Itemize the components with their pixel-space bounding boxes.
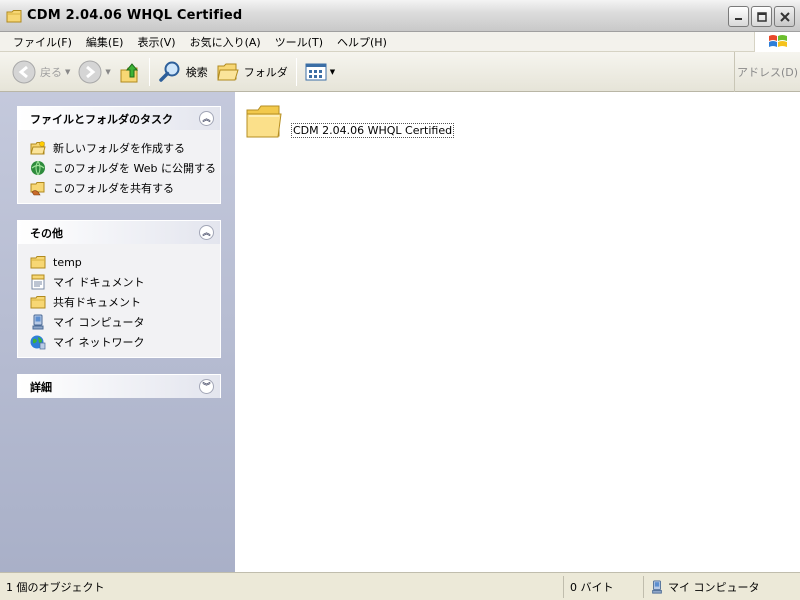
place-label: マイ コンピュータ <box>53 316 145 329</box>
windows-flag-icon <box>768 35 787 47</box>
task-publish-web[interactable]: このフォルダを Web に公開する <box>30 158 220 178</box>
publish-web-icon <box>31 160 45 176</box>
place-temp[interactable]: temp <box>30 252 220 272</box>
status-location: マイ コンピュータ <box>668 580 760 594</box>
panel-title: 詳細 <box>30 380 52 394</box>
task-label: 新しいフォルダを作成する <box>53 142 185 155</box>
other-places-panel: その他 ︽ temp マイ ドキュメント 共有ドキュメント マイ コンピュータ … <box>17 220 221 358</box>
share-folder-icon <box>30 182 45 196</box>
views-dropdown-icon[interactable]: ▼ <box>330 68 335 76</box>
file-folder-tasks-header[interactable]: ファイルとフォルダのタスク ︽ <box>18 107 220 130</box>
task-share-folder[interactable]: このフォルダを共有する <box>30 178 220 198</box>
window-title: CDM 2.04.06 WHQL Certified <box>27 8 243 23</box>
details-panel: 詳細 ︾ <box>17 374 221 398</box>
my-computer-icon <box>32 314 44 330</box>
minimize-icon <box>735 18 742 20</box>
my-network-icon <box>30 335 46 350</box>
my-documents-icon <box>31 274 45 290</box>
close-icon <box>779 11 790 22</box>
collapse-icon[interactable]: ︽ <box>199 111 214 126</box>
status-bar: 1 個のオブジェクト 0 バイト マイ コンピュータ <box>0 572 800 600</box>
title-bar[interactable]: CDM 2.04.06 WHQL Certified <box>0 0 800 32</box>
toolbar-separator <box>295 57 297 86</box>
place-shared-documents[interactable]: 共有ドキュメント <box>30 292 220 312</box>
menu-edit[interactable]: 編集(E) <box>79 34 131 50</box>
status-object-count: 1 個のオブジェクト <box>0 575 564 598</box>
details-header[interactable]: 詳細 ︾ <box>18 375 220 398</box>
back-label: 戻る <box>40 65 62 79</box>
back-dropdown-icon[interactable]: ▼ <box>65 68 70 76</box>
up-button[interactable] <box>115 56 145 88</box>
my-computer-icon <box>652 579 662 594</box>
menu-tools[interactable]: ツール(T) <box>268 34 330 50</box>
views-button[interactable]: ▼ <box>301 56 339 88</box>
place-label: 共有ドキュメント <box>53 296 141 309</box>
menu-favorites[interactable]: お気に入り(A) <box>183 34 268 50</box>
search-icon <box>159 61 180 82</box>
search-label: 検索 <box>185 65 208 79</box>
place-my-documents[interactable]: マイ ドキュメント <box>30 272 220 292</box>
collapse-icon[interactable]: ︽ <box>199 225 214 240</box>
folders-button[interactable]: フォルダ <box>212 56 292 88</box>
place-my-network[interactable]: マイ ネットワーク <box>30 332 220 352</box>
folder-icon <box>6 9 22 22</box>
place-my-computer[interactable]: マイ コンピュータ <box>30 312 220 332</box>
folder-name: CDM 2.04.06 WHQL Certified <box>291 123 455 138</box>
place-label: マイ ネットワーク <box>53 336 145 349</box>
back-arrow-icon <box>12 60 36 83</box>
caption-buttons <box>728 6 795 27</box>
back-button[interactable]: 戻る ▼ <box>8 56 74 88</box>
place-label: マイ ドキュメント <box>53 276 145 289</box>
toolbar-separator <box>148 57 150 86</box>
panel-title: その他 <box>30 226 63 240</box>
address-bar-label[interactable]: アドレス(D) <box>734 52 800 92</box>
place-label: temp <box>53 255 82 269</box>
minimize-button[interactable] <box>728 6 749 27</box>
menu-help[interactable]: ヘルプ(H) <box>330 34 394 50</box>
folders-label: フォルダ <box>243 65 288 79</box>
task-label: このフォルダを共有する <box>53 182 174 195</box>
forward-arrow-icon <box>78 60 102 83</box>
file-folder-tasks-panel: ファイルとフォルダのタスク ︽ 新しいフォルダを作成する このフォルダを Web… <box>17 106 221 204</box>
views-icon <box>305 63 327 80</box>
maximize-icon <box>756 11 767 22</box>
folder-icon <box>30 256 46 269</box>
menu-file[interactable]: ファイル(F) <box>6 34 79 50</box>
status-size: 0 バイト <box>564 575 644 598</box>
panel-title: ファイルとフォルダのタスク <box>30 112 173 126</box>
menu-bar: ファイル(F) 編集(E) 表示(V) お気に入り(A) ツール(T) ヘルプ(… <box>0 32 800 52</box>
close-button[interactable] <box>774 6 795 27</box>
task-pane: ファイルとフォルダのタスク ︽ 新しいフォルダを作成する このフォルダを Web… <box>0 92 235 572</box>
folder-up-icon <box>120 62 138 82</box>
forward-dropdown-icon[interactable]: ▼ <box>105 68 110 76</box>
folders-icon <box>217 63 239 80</box>
maximize-button[interactable] <box>751 6 772 27</box>
toolbar: 戻る ▼ ▼ 検索 フォルダ ▼ アドレス(D) <box>0 52 800 92</box>
search-button[interactable]: 検索 <box>154 56 212 88</box>
large-folder-icon <box>246 105 282 138</box>
windows-logo <box>754 32 800 52</box>
file-list-area[interactable]: CDM 2.04.06 WHQL Certified <box>235 92 800 572</box>
status-location-cell: マイ コンピュータ <box>644 576 800 598</box>
menu-view[interactable]: 表示(V) <box>130 34 182 50</box>
other-places-header[interactable]: その他 ︽ <box>18 221 220 244</box>
forward-button[interactable]: ▼ <box>74 56 114 88</box>
folder-item[interactable]: CDM 2.04.06 WHQL Certified <box>245 102 455 140</box>
shared-documents-icon <box>30 296 46 309</box>
expand-icon[interactable]: ︾ <box>199 379 214 394</box>
task-new-folder[interactable]: 新しいフォルダを作成する <box>30 138 220 158</box>
new-folder-icon <box>30 141 46 155</box>
task-label: このフォルダを Web に公開する <box>53 162 216 175</box>
